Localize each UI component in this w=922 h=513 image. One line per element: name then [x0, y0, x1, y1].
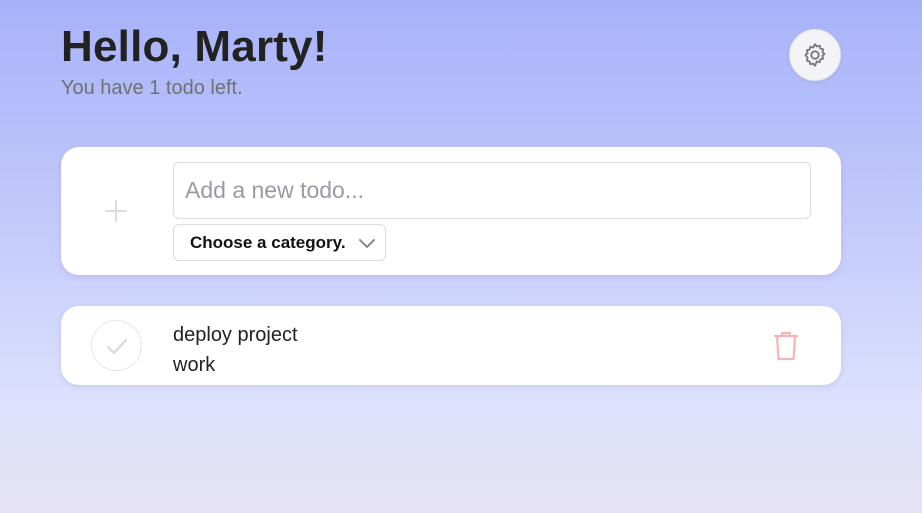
add-todo-button[interactable]: [92, 189, 140, 233]
gear-icon: [804, 43, 826, 67]
plus-icon: [105, 200, 127, 222]
category-select-label: Choose a category.: [190, 232, 346, 252]
todo-count-text: You have 1 todo left.: [61, 77, 243, 99]
greeting-title: Hello, Marty!: [61, 22, 328, 71]
trash-icon: [773, 331, 799, 361]
todo-category: work: [173, 354, 216, 376]
todo-text: deploy project work: [173, 320, 298, 380]
settings-button[interactable]: [789, 29, 841, 81]
new-todo-input[interactable]: [173, 162, 811, 219]
todo-title: deploy project: [173, 324, 298, 346]
check-icon: [106, 338, 127, 354]
chevron-down-icon: [359, 239, 375, 248]
delete-todo-button[interactable]: [771, 330, 801, 362]
category-select[interactable]: Choose a category.: [173, 224, 386, 261]
complete-todo-button[interactable]: [91, 320, 142, 371]
add-todo-card: Choose a category.: [61, 147, 841, 275]
todo-item: deploy project work: [61, 306, 841, 385]
